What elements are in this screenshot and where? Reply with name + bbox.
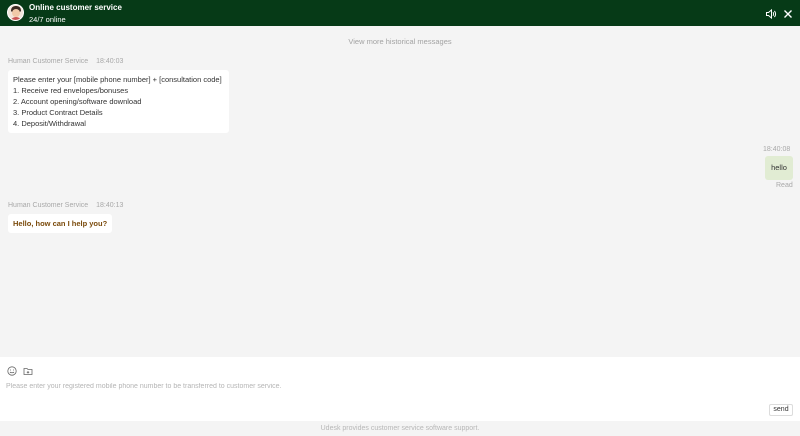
message-line: 1. Receive red envelopes/bonuses — [13, 86, 129, 95]
folder-icon[interactable] — [23, 363, 33, 375]
message-meta: Human Customer Service 18:40:03 — [8, 58, 123, 65]
speaker-icon[interactable] — [765, 7, 777, 20]
message-time: 18:40:03 — [96, 58, 124, 65]
emoji-icon[interactable] — [7, 363, 17, 376]
read-status: Read — [776, 182, 793, 189]
header-status: 24/7 online — [29, 15, 66, 24]
message-sender: Human Customer Service — [8, 58, 89, 65]
header-title: Online customer service — [29, 3, 122, 12]
view-history-link[interactable]: View more historical messages — [0, 37, 800, 46]
message-sender: Human Customer Service — [8, 202, 89, 209]
message-time: 18:40:08 — [763, 146, 791, 153]
agent-message-bubble: Please enter your [mobile phone number] … — [8, 70, 229, 133]
composer: send — [0, 357, 800, 421]
send-button[interactable]: send — [769, 404, 793, 416]
message-time: 18:40:13 — [96, 202, 124, 209]
message-line: 4. Deposit/Withdrawal — [13, 119, 86, 128]
message-line: 3. Product Contract Details — [13, 108, 103, 117]
user-message-bubble: hello — [765, 156, 793, 180]
message-input[interactable] — [6, 379, 766, 393]
agent-message-bubble: Hello, how can I help you? — [8, 214, 113, 233]
footer-support-text: Udesk provides customer service software… — [0, 421, 800, 436]
chat-header: Online customer service 24/7 online — [0, 0, 800, 26]
message-meta: Human Customer Service 18:40:13 — [8, 202, 123, 209]
close-icon[interactable] — [782, 7, 794, 19]
agent-avatar — [7, 4, 24, 21]
message-line: 2. Account opening/software download — [13, 97, 142, 106]
message-line: Please enter your [mobile phone number] … — [13, 75, 222, 84]
